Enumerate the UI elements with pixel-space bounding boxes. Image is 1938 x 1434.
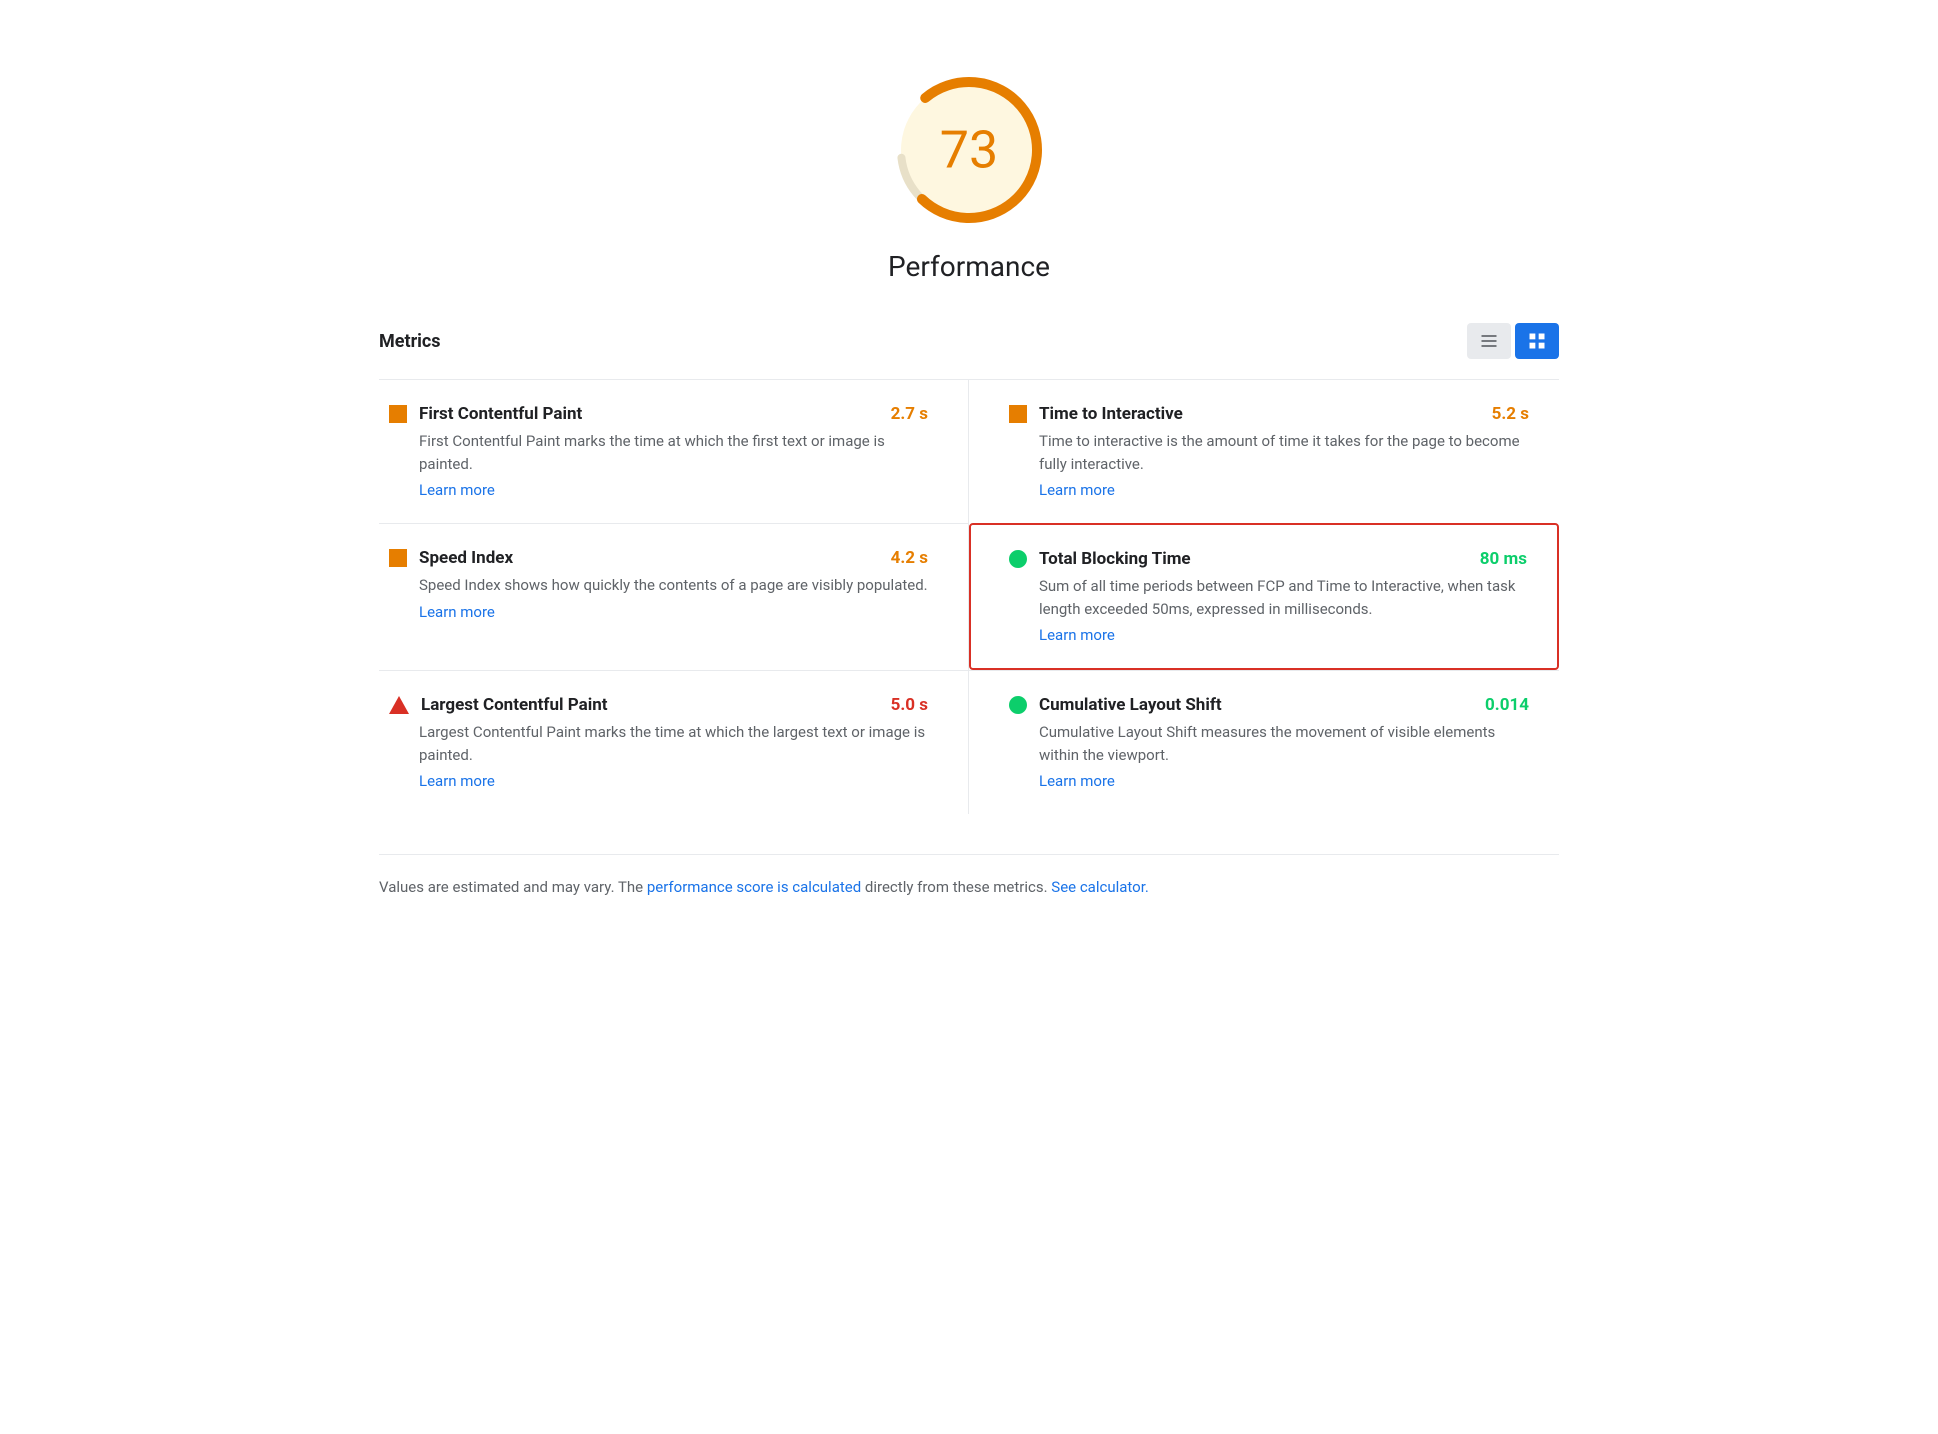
score-value: 73 (940, 120, 998, 181)
footer-text-middle: directly from these metrics. (861, 878, 1051, 896)
cls-icon (1009, 696, 1027, 714)
lcp-learn-more[interactable]: Learn more (389, 772, 928, 790)
score-ring: 73 (889, 70, 1049, 230)
metric-fcp-title-group: First Contentful Paint (389, 404, 582, 424)
metric-tti-header: Time to Interactive 5.2 s (1009, 404, 1529, 424)
list-view-button[interactable] (1467, 323, 1511, 359)
tti-name: Time to Interactive (1039, 404, 1183, 424)
cls-name: Cumulative Layout Shift (1039, 695, 1222, 715)
page-container: 73 Performance Metrics (319, 0, 1619, 959)
tti-learn-more[interactable]: Learn more (1009, 481, 1529, 499)
lcp-desc: Largest Contentful Paint marks the time … (389, 721, 928, 766)
tti-icon (1009, 405, 1027, 423)
metric-tbt: Total Blocking Time 80 ms Sum of all tim… (969, 523, 1559, 670)
fcp-name: First Contentful Paint (419, 404, 582, 424)
si-icon (389, 549, 407, 567)
lcp-icon (389, 696, 409, 714)
footer-link-score[interactable]: performance score is calculated (647, 878, 861, 896)
metric-fcp: First Contentful Paint 2.7 s First Conte… (379, 379, 969, 523)
footer: Values are estimated and may vary. The p… (379, 854, 1559, 899)
metrics-grid: First Contentful Paint 2.7 s First Conte… (379, 379, 1559, 814)
fcp-icon (389, 405, 407, 423)
si-name: Speed Index (419, 548, 513, 568)
footer-link-calculator[interactable]: See calculator. (1051, 878, 1149, 896)
tbt-name: Total Blocking Time (1039, 549, 1191, 569)
metric-lcp-header: Largest Contentful Paint 5.0 s (389, 695, 928, 715)
grid-icon (1527, 331, 1547, 351)
metric-cls: Cumulative Layout Shift 0.014 Cumulative… (969, 670, 1559, 814)
metric-cls-header: Cumulative Layout Shift 0.014 (1009, 695, 1529, 715)
metric-cls-title-group: Cumulative Layout Shift (1009, 695, 1222, 715)
metric-tti-title-group: Time to Interactive (1009, 404, 1183, 424)
si-value: 4.2 s (891, 548, 928, 568)
view-toggle (1467, 323, 1559, 359)
metric-lcp-title-group: Largest Contentful Paint (389, 695, 608, 715)
metrics-section: Metrics (379, 323, 1559, 814)
tti-desc: Time to interactive is the amount of tim… (1009, 430, 1529, 475)
tbt-icon (1009, 550, 1027, 568)
fcp-value: 2.7 s (891, 404, 928, 424)
tti-value: 5.2 s (1492, 404, 1529, 424)
cls-value: 0.014 (1485, 695, 1529, 715)
metric-si: Speed Index 4.2 s Speed Index shows how … (379, 523, 969, 670)
metrics-title: Metrics (379, 331, 441, 352)
metric-tbt-header: Total Blocking Time 80 ms (1009, 549, 1527, 569)
metric-tti: Time to Interactive 5.2 s Time to intera… (969, 379, 1559, 523)
footer-text-before: Values are estimated and may vary. The (379, 878, 647, 896)
si-desc: Speed Index shows how quickly the conten… (389, 574, 928, 597)
metric-si-title-group: Speed Index (389, 548, 513, 568)
metric-fcp-header: First Contentful Paint 2.7 s (389, 404, 928, 424)
cls-desc: Cumulative Layout Shift measures the mov… (1009, 721, 1529, 766)
fcp-learn-more[interactable]: Learn more (389, 481, 928, 499)
metric-si-header: Speed Index 4.2 s (389, 548, 928, 568)
lcp-name: Largest Contentful Paint (421, 695, 608, 715)
grid-view-button[interactable] (1515, 323, 1559, 359)
metric-lcp: Largest Contentful Paint 5.0 s Largest C… (379, 670, 969, 814)
tbt-value: 80 ms (1480, 549, 1527, 569)
lcp-value: 5.0 s (891, 695, 928, 715)
metrics-header: Metrics (379, 323, 1559, 359)
score-section: 73 Performance (379, 40, 1559, 283)
tbt-learn-more[interactable]: Learn more (1009, 626, 1527, 644)
fcp-desc: First Contentful Paint marks the time at… (389, 430, 928, 475)
metric-tbt-title-group: Total Blocking Time (1009, 549, 1191, 569)
si-learn-more[interactable]: Learn more (389, 603, 928, 621)
list-icon (1479, 331, 1499, 351)
tbt-desc: Sum of all time periods between FCP and … (1009, 575, 1527, 620)
cls-learn-more[interactable]: Learn more (1009, 772, 1529, 790)
score-label: Performance (888, 250, 1050, 283)
